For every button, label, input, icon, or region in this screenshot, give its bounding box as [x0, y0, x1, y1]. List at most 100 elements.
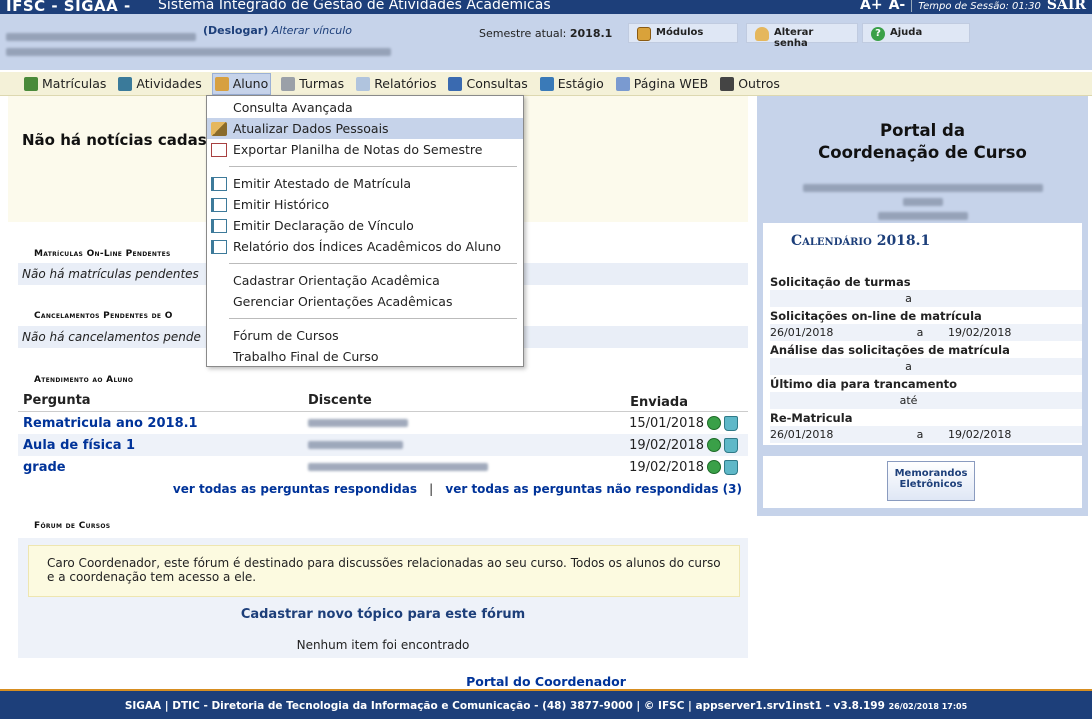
- calendar-item-label: Solicitação de turmas: [770, 275, 911, 289]
- top-bar-controls: A+ A- Tempo de Sessão: 01:30 SAIR: [860, 0, 1086, 13]
- trash-icon[interactable]: [724, 437, 738, 453]
- top-bar: IFSC - SIGAA - Sistema Integrado de Gest…: [0, 0, 1092, 14]
- menu-advanced-search[interactable]: Consulta Avançada: [207, 97, 523, 118]
- start-date: 26/01/2018: [770, 326, 834, 339]
- help-label: Ajuda: [890, 27, 923, 38]
- session-timer: Tempo de Sessão: 01:30: [918, 0, 1041, 12]
- end-date: 19/02/2018: [948, 428, 1012, 441]
- menu-relat-rios[interactable]: Relatórios: [354, 73, 438, 95]
- links-separator: |: [429, 482, 434, 496]
- question-link[interactable]: Rematricula ano 2018.1: [23, 416, 198, 431]
- menu-atividades[interactable]: Atividades: [116, 73, 203, 95]
- divider: [911, 0, 913, 12]
- menu-label: Aluno: [232, 76, 269, 91]
- blank-icon: [211, 329, 227, 343]
- modules-button[interactable]: Módulos: [628, 23, 738, 43]
- classes-icon: [281, 76, 296, 91]
- blank-icon: [211, 295, 227, 309]
- change-password-button[interactable]: Alterar senha: [746, 23, 858, 49]
- menu-consultas[interactable]: Consultas: [446, 73, 529, 95]
- trash-icon[interactable]: [724, 459, 738, 475]
- menu-separator: [229, 263, 517, 264]
- calendar-item: Último dia para trancamento até: [763, 375, 1082, 409]
- news-title: Não há notícias cadast: [22, 131, 214, 149]
- main-menu-bar: Matrículas Atividades Aluno Turmas Relatório…: [0, 72, 1092, 96]
- calendar-item-dates: a: [770, 290, 1082, 307]
- menu-separator: [229, 318, 517, 319]
- menu-final-project[interactable]: Trabalho Final de Curso: [207, 346, 523, 367]
- menu-turmas[interactable]: Turmas: [279, 73, 346, 95]
- menu-est-gio[interactable]: Estágio: [538, 73, 606, 95]
- menu-registration-certificate[interactable]: Emitir Atestado de Matrícula: [207, 173, 523, 194]
- calendar-item: Re-Matricula 26/01/2018 a 19/02/2018: [763, 409, 1082, 443]
- logout-link[interactable]: (Deslogar): [203, 24, 268, 37]
- menu-label: Turmas: [299, 76, 345, 91]
- menu-matr-culas[interactable]: Matrículas: [22, 73, 108, 95]
- menu-label: Relatórios: [374, 76, 437, 91]
- phone-icon: [720, 76, 735, 91]
- app-brand: IFSC - SIGAA -: [6, 0, 131, 14]
- user-course-redacted: [6, 45, 396, 59]
- calendar-item-dates: até: [770, 392, 1082, 409]
- menu-aluno[interactable]: Aluno: [211, 72, 272, 95]
- date-connector: a: [905, 292, 912, 305]
- calendar-item: Solicitação de turmas a: [763, 273, 1082, 307]
- view-answer-icon[interactable]: [707, 438, 721, 452]
- menu-register-orientation[interactable]: Cadastrar Orientação Acadêmica: [207, 270, 523, 291]
- blank-icon: [211, 274, 227, 288]
- date-connector: a: [905, 360, 912, 373]
- question-link[interactable]: grade: [23, 460, 66, 475]
- col-question: Pergunta: [23, 393, 91, 408]
- calendar-year: 2018.1: [876, 233, 931, 249]
- menu-update-personal-data[interactable]: Atualizar Dados Pessoais: [207, 118, 523, 139]
- course-info-redacted: [757, 181, 1088, 223]
- student-cell-redacted: [308, 416, 598, 431]
- forum-message: Caro Coordenador, este fórum é destinado…: [28, 545, 740, 597]
- decrease-font-button[interactable]: A-: [889, 0, 906, 13]
- menu-export-grades[interactable]: Exportar Planilha de Notas do Semestre: [207, 139, 523, 160]
- menu-outros[interactable]: Outros: [718, 73, 782, 95]
- menu-transcript[interactable]: Emitir Histórico: [207, 194, 523, 215]
- electronic-memos-button[interactable]: Memorandos Eletrônicos: [887, 461, 975, 501]
- date-connector: a: [916, 326, 924, 339]
- new-topic-link[interactable]: Cadastrar novo tópico para este fórum: [18, 607, 748, 622]
- view-unanswered-link[interactable]: ver todas as perguntas não respondidas (…: [445, 482, 742, 496]
- blank-icon: [211, 350, 227, 364]
- search-icon: [448, 76, 463, 91]
- student-menu-dropdown: Consulta Avançada Atualizar Dados Pessoa…: [206, 95, 524, 367]
- student-service-heading: Atendimento ao Aluno: [34, 375, 134, 385]
- registration-icon: [24, 76, 38, 91]
- view-answer-icon[interactable]: [707, 460, 721, 474]
- view-answer-icon[interactable]: [707, 416, 721, 430]
- trash-icon[interactable]: [724, 415, 738, 431]
- date-connector: a: [916, 428, 924, 441]
- change-bond-link[interactable]: Alterar vínculo: [272, 24, 352, 37]
- logout-button[interactable]: SAIR: [1047, 0, 1086, 13]
- questions-body: Rematricula ano 2018.1 15/01/2018 Aula de …: [18, 412, 748, 478]
- increase-font-button[interactable]: A+: [860, 0, 883, 13]
- calendar-label: Calendário: [791, 233, 872, 249]
- menu-bond-declaration[interactable]: Emitir Declaração de Vínculo: [207, 215, 523, 236]
- calendar-item: Solicitações on-line de matrícula 26/01/2…: [763, 307, 1082, 341]
- portal-title-line2: Coordenação de Curso: [818, 143, 1027, 162]
- view-answered-link[interactable]: ver todas as perguntas respondidas: [173, 482, 417, 496]
- coordinator-portal-link[interactable]: Portal do Coordenador: [0, 674, 1092, 689]
- menu-manage-orientations[interactable]: Gerenciar Orientações Acadêmicas: [207, 291, 523, 312]
- questions-footer: ver todas as perguntas respondidas | ver…: [18, 478, 748, 496]
- sent-date: 19/02/2018: [629, 437, 704, 453]
- calendar-item-label: Último dia para trancamento: [770, 377, 958, 391]
- menu-label: Página WEB: [633, 76, 709, 91]
- menu-course-forum[interactable]: Fórum de Cursos: [207, 325, 523, 346]
- calendar-item-label: Análise das solicitações de matrícula: [770, 343, 1010, 357]
- forum-heading: Fórum de Cursos: [34, 521, 111, 531]
- question-link[interactable]: Aula de física 1: [23, 438, 135, 453]
- menu-separator: [229, 166, 517, 167]
- menu-academic-indices[interactable]: Relatório dos Índices Acadêmicos do Alun…: [207, 236, 523, 257]
- document-icon: [211, 239, 227, 254]
- menu-p-gina-web[interactable]: Página WEB: [614, 73, 710, 95]
- pending-cancellations-heading: Cancelamentos Pendentes de O: [34, 311, 173, 321]
- help-button[interactable]: ? Ajuda: [862, 23, 970, 43]
- key-icon: [755, 27, 769, 41]
- menu-label: Outros: [738, 76, 780, 91]
- end-date: 19/02/2018: [948, 326, 1012, 339]
